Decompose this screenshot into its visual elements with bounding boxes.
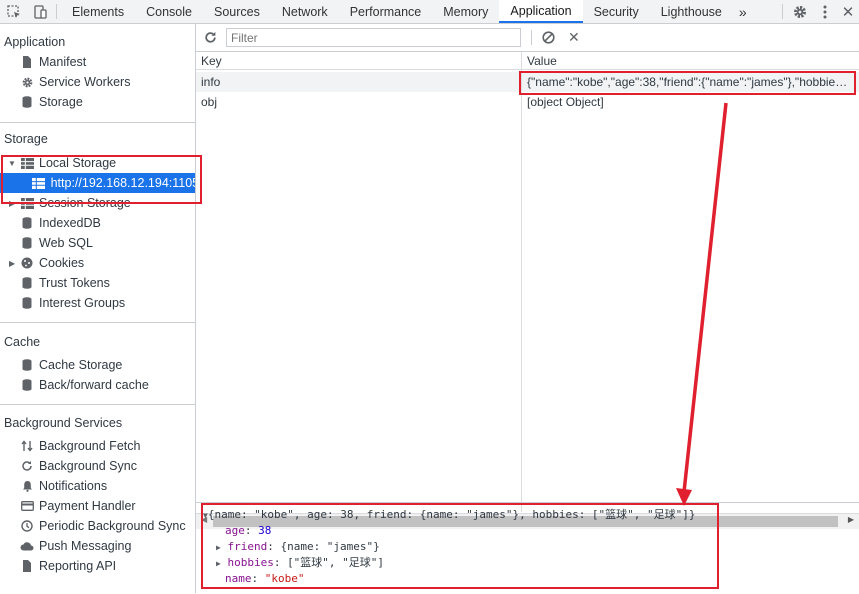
cookie-icon: [20, 256, 34, 270]
more-tabs-button[interactable]: »: [733, 0, 753, 23]
section-title-storage: Storage: [4, 132, 48, 146]
sidebar-item-label: Cookies: [39, 256, 85, 270]
gear-icon[interactable]: [787, 4, 813, 20]
database-icon: [20, 358, 34, 372]
sidebar-item-cookies[interactable]: ▶ Cookies: [0, 253, 195, 273]
annotation-highlight-box: [1, 155, 202, 204]
gear-icon: [20, 75, 34, 89]
sidebar-item-reporting-api[interactable]: Reporting API: [0, 556, 195, 576]
kebab-menu-icon[interactable]: [813, 5, 837, 19]
sidebar-item-label: Service Workers: [39, 75, 131, 89]
sidebar-item-storage[interactable]: Storage: [0, 92, 195, 112]
database-icon: [20, 236, 34, 250]
sidebar-item-label: Web SQL: [39, 236, 93, 250]
sidebar-item-label: Notifications: [39, 479, 108, 493]
sidebar-item-label: Manifest: [39, 55, 87, 69]
tab-elements[interactable]: Elements: [61, 0, 135, 23]
section-title-application: Application: [4, 35, 66, 49]
tab-application[interactable]: Application: [499, 0, 583, 23]
clock-icon: [20, 519, 34, 533]
sidebar-item-label: Back/forward cache: [39, 378, 149, 392]
sidebar-item-web-sql[interactable]: Web SQL: [0, 233, 195, 253]
sidebar-item-label: Reporting API: [39, 559, 117, 573]
sidebar-item-label: Payment Handler: [39, 499, 136, 513]
toolbar-divider: [782, 4, 783, 19]
file-icon: [20, 559, 34, 573]
section-title-background-services: Background Services: [4, 416, 123, 430]
sidebar-item-background-fetch[interactable]: Background Fetch: [0, 436, 195, 456]
sidebar-item-service-workers[interactable]: Service Workers: [0, 72, 195, 92]
sidebar-item-label: Periodic Background Sync: [39, 519, 186, 533]
row-value: [object Object]: [527, 95, 604, 109]
tab-memory[interactable]: Memory: [432, 0, 499, 23]
column-header-key[interactable]: Key: [196, 52, 521, 69]
clear-all-icon[interactable]: [542, 31, 560, 44]
storage-table: Key Value info {"name":"kobe","age":38,"…: [196, 52, 859, 529]
sidebar-item-label: Trust Tokens: [39, 276, 110, 290]
row-key: obj: [201, 95, 218, 109]
sidebar-item-background-sync[interactable]: Background Sync: [0, 456, 195, 476]
toolbar-divider: [531, 30, 532, 45]
sidebar-item-label: IndexedDB: [39, 216, 101, 230]
tab-lighthouse[interactable]: Lighthouse: [650, 0, 733, 23]
close-icon[interactable]: ✕: [837, 3, 859, 21]
sidebar-item-label: Background Sync: [39, 459, 137, 473]
inspect-element-icon[interactable]: [0, 0, 28, 23]
database-icon: [20, 216, 34, 230]
sidebar-item-back-forward-cache[interactable]: Back/forward cache: [0, 375, 195, 395]
up-down-arrows-icon: [20, 439, 34, 453]
cloud-icon: [20, 539, 34, 553]
card-icon: [20, 499, 34, 513]
database-icon: [20, 378, 34, 392]
sidebar-item-manifest[interactable]: Manifest: [0, 52, 195, 72]
delete-selected-icon[interactable]: ✕: [568, 29, 582, 46]
device-toggle-icon[interactable]: [28, 0, 52, 23]
devtools-toolbar: Elements Console Sources Network Perform…: [0, 0, 859, 24]
toolbar-divider: [56, 4, 57, 19]
section-title-cache: Cache: [4, 335, 41, 349]
tab-performance[interactable]: Performance: [339, 0, 433, 23]
sidebar-item-indexeddb[interactable]: IndexedDB: [0, 213, 195, 233]
tab-sources[interactable]: Sources: [203, 0, 271, 23]
expand-right-arrow-icon[interactable]: ▶: [9, 259, 15, 268]
database-icon: [20, 296, 34, 310]
refresh-icon[interactable]: [204, 31, 220, 44]
row-key: info: [201, 75, 221, 89]
database-icon: [20, 276, 34, 290]
tab-console[interactable]: Console: [135, 0, 203, 23]
file-icon: [20, 55, 34, 69]
application-sidebar: Application Manifest Service Workers Sto…: [0, 24, 196, 593]
column-divider: [521, 52, 522, 512]
table-header: Key Value: [196, 52, 859, 70]
sidebar-item-label: Push Messaging: [39, 539, 132, 553]
bell-icon: [20, 479, 34, 493]
tab-network[interactable]: Network: [271, 0, 339, 23]
sidebar-item-label: Interest Groups: [39, 296, 126, 310]
annotation-highlight-box: [201, 503, 719, 589]
sidebar-item-periodic-background-sync[interactable]: Periodic Background Sync: [0, 516, 195, 536]
tab-security[interactable]: Security: [583, 0, 650, 23]
sync-icon: [20, 459, 34, 473]
sidebar-item-trust-tokens[interactable]: Trust Tokens: [0, 273, 195, 293]
filter-toolbar: ✕: [196, 24, 859, 52]
sidebar-item-cache-storage[interactable]: Cache Storage: [0, 355, 195, 375]
database-icon: [20, 95, 34, 109]
sidebar-item-push-messaging[interactable]: Push Messaging: [0, 536, 195, 556]
sidebar-item-label: Storage: [39, 95, 83, 109]
table-row[interactable]: obj [object Object]: [196, 92, 859, 112]
sidebar-item-label: Background Fetch: [39, 439, 141, 453]
sidebar-item-interest-groups[interactable]: Interest Groups: [0, 293, 195, 313]
annotation-highlight-box: [519, 71, 856, 95]
sidebar-item-label: Cache Storage: [39, 358, 123, 372]
sidebar-item-payment-handler[interactable]: Payment Handler: [0, 496, 195, 516]
column-header-value[interactable]: Value: [522, 52, 859, 69]
sidebar-item-notifications[interactable]: Notifications: [0, 476, 195, 496]
filter-input[interactable]: [226, 28, 521, 47]
